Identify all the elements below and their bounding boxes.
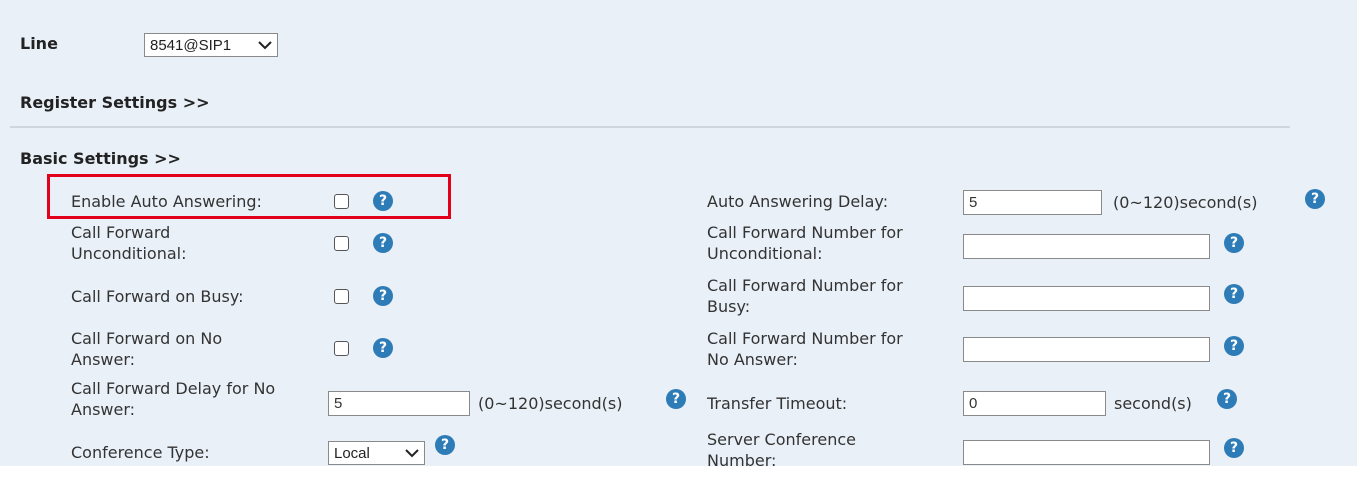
- transfer-timeout-unit: second(s): [1114, 394, 1192, 413]
- call-forward-no-answer-checkbox[interactable]: [334, 341, 349, 356]
- help-icon[interactable]: ?: [666, 389, 686, 409]
- cf-number-no-answer-label-2: No Answer:: [707, 350, 798, 369]
- server-conference-number-label-1: Server Conference: [707, 430, 856, 449]
- help-icon[interactable]: ?: [1224, 336, 1244, 356]
- call-forward-unconditional-label-1: Call Forward: [71, 223, 171, 242]
- highlight-box: [47, 174, 451, 219]
- help-icon[interactable]: ?: [1217, 389, 1237, 409]
- register-settings-link[interactable]: Register Settings >>: [20, 93, 210, 112]
- line-select-value: 8541@SIP1: [150, 36, 232, 54]
- conference-type-label: Conference Type:: [71, 443, 210, 462]
- call-forward-busy-checkbox[interactable]: [334, 289, 349, 304]
- call-forward-delay-unit: (0~120)second(s): [478, 394, 623, 413]
- call-forward-busy-label: Call Forward on Busy:: [71, 287, 244, 306]
- help-icon[interactable]: ?: [373, 338, 393, 358]
- chevron-down-icon: [258, 41, 272, 50]
- auto-answering-delay-input[interactable]: 5: [963, 190, 1102, 215]
- cf-number-busy-input[interactable]: [963, 286, 1210, 311]
- help-icon[interactable]: ?: [1224, 233, 1244, 253]
- basic-settings-link[interactable]: Basic Settings >>: [20, 149, 181, 168]
- chevron-down-icon: [405, 449, 419, 458]
- call-forward-no-answer-label-1: Call Forward on No: [71, 329, 223, 348]
- cf-number-no-answer-input[interactable]: [963, 337, 1210, 362]
- cf-number-unconditional-label-2: Unconditional:: [707, 244, 823, 263]
- call-forward-delay-label-2: Answer:: [71, 400, 136, 419]
- auto-answering-delay-label: Auto Answering Delay:: [707, 192, 889, 211]
- conference-type-value: Local: [334, 444, 370, 462]
- line-label: Line: [20, 34, 58, 53]
- call-forward-delay-input[interactable]: 5: [328, 391, 470, 416]
- transfer-timeout-input[interactable]: 0: [963, 391, 1106, 416]
- call-forward-no-answer-label-2: Answer:: [71, 350, 136, 369]
- auto-answering-delay-unit: (0~120)second(s): [1113, 193, 1258, 212]
- call-forward-unconditional-label-2: Unconditional:: [71, 244, 187, 263]
- cf-number-unconditional-label-1: Call Forward Number for: [707, 223, 903, 242]
- help-icon[interactable]: ?: [373, 233, 393, 253]
- cf-number-busy-label-1: Call Forward Number for: [707, 276, 903, 295]
- call-forward-unconditional-checkbox[interactable]: [334, 236, 349, 251]
- server-conference-number-input[interactable]: [963, 440, 1210, 465]
- cf-number-no-answer-label-1: Call Forward Number for: [707, 329, 903, 348]
- cf-number-unconditional-input[interactable]: [963, 234, 1210, 259]
- transfer-timeout-label: Transfer Timeout:: [707, 394, 848, 413]
- cf-number-busy-label-2: Busy:: [707, 297, 751, 316]
- help-icon[interactable]: ?: [1224, 438, 1244, 458]
- section-divider: [10, 126, 1290, 128]
- conference-type-select[interactable]: Local: [328, 441, 425, 465]
- call-forward-delay-label-1: Call Forward Delay for No: [71, 379, 276, 398]
- help-icon[interactable]: ?: [373, 286, 393, 306]
- help-icon[interactable]: ?: [1224, 284, 1244, 304]
- line-select[interactable]: 8541@SIP1: [144, 33, 278, 57]
- help-icon[interactable]: ?: [435, 435, 455, 455]
- server-conference-number-label-2: Number:: [707, 451, 777, 470]
- settings-panel: Line 8541@SIP1 Register Settings >> Basi…: [0, 0, 1357, 470]
- help-icon[interactable]: ?: [1305, 189, 1325, 209]
